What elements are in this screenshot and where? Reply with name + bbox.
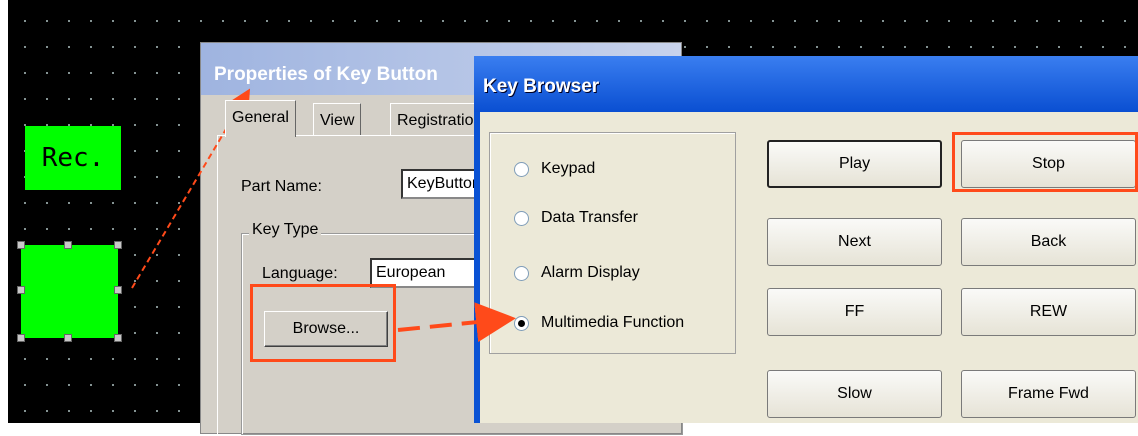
annotation-arrows	[131, 88, 516, 343]
dashed-arrow-to-multimedia	[397, 302, 516, 343]
tab-general[interactable]: General	[225, 100, 296, 137]
